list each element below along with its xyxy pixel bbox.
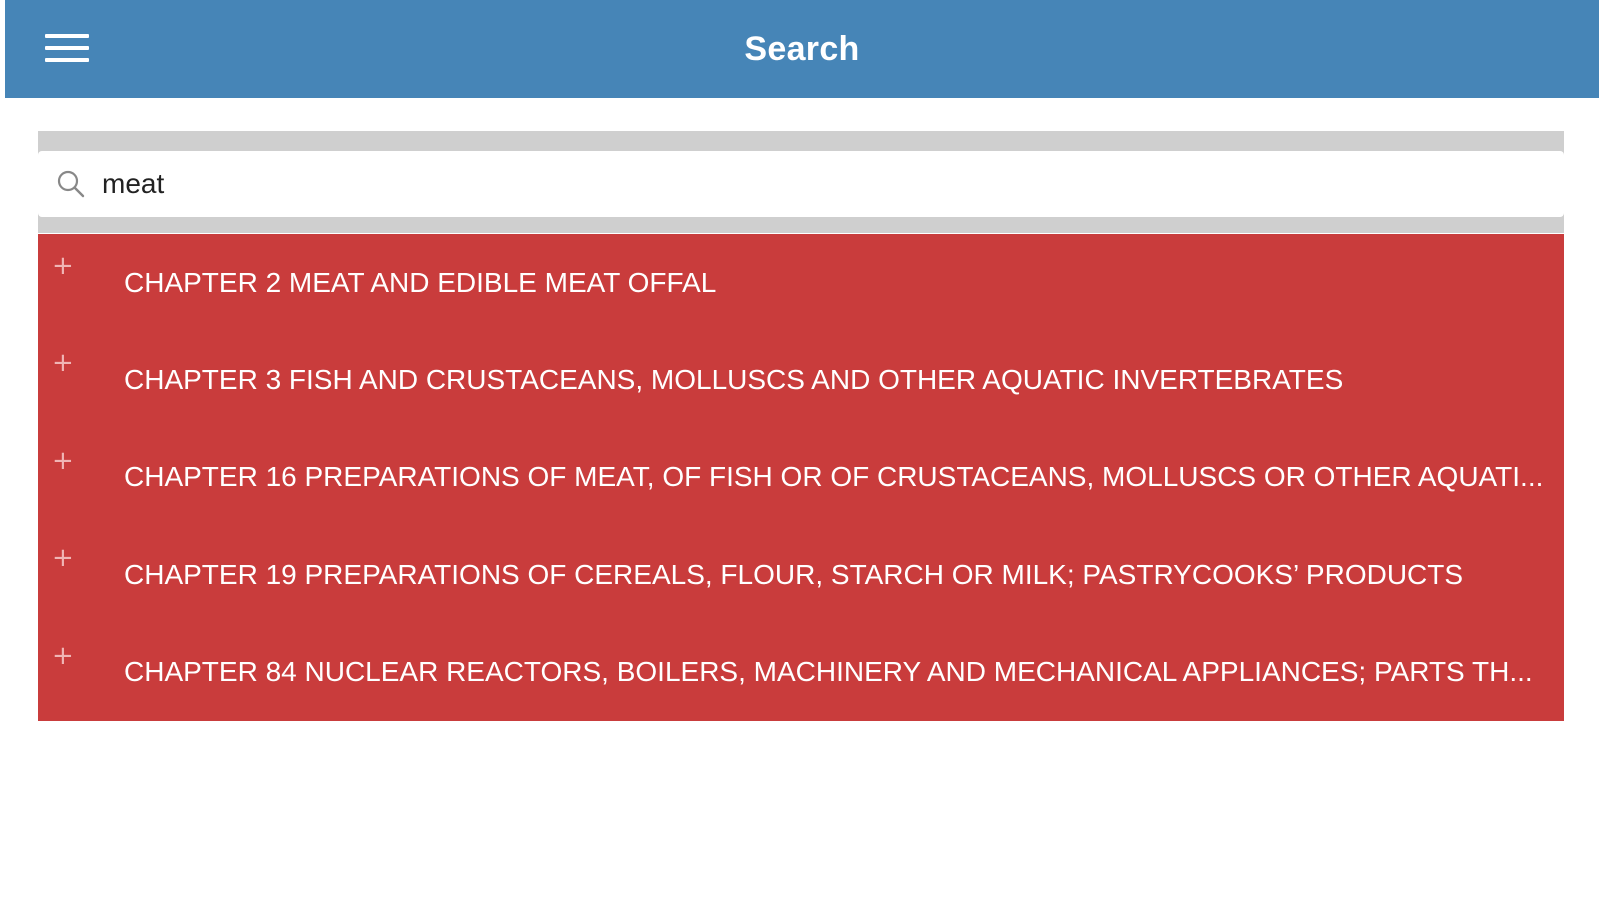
plus-icon[interactable]: + bbox=[52, 643, 74, 669]
menu-line bbox=[45, 58, 89, 62]
search-input[interactable] bbox=[102, 168, 1502, 200]
result-item-label: CHAPTER 16 PREPARATIONS OF MEAT, OF FISH… bbox=[124, 461, 1544, 493]
hamburger-menu-icon[interactable] bbox=[41, 30, 89, 68]
result-item[interactable]: + CHAPTER 19 PREPARATIONS OF CEREALS, FL… bbox=[38, 526, 1564, 623]
plus-icon[interactable]: + bbox=[52, 448, 74, 474]
app-header: Search bbox=[5, 0, 1599, 98]
search-box[interactable] bbox=[38, 151, 1564, 217]
result-item[interactable]: + CHAPTER 84 NUCLEAR REACTORS, BOILERS, … bbox=[38, 624, 1564, 721]
result-item[interactable]: + CHAPTER 3 FISH AND CRUSTACEANS, MOLLUS… bbox=[38, 331, 1564, 428]
search-results-list: + CHAPTER 2 MEAT AND EDIBLE MEAT OFFAL +… bbox=[38, 234, 1564, 721]
menu-line bbox=[45, 46, 89, 50]
result-item-label: CHAPTER 3 FISH AND CRUSTACEANS, MOLLUSCS… bbox=[124, 364, 1344, 396]
plus-icon[interactable]: + bbox=[52, 253, 74, 279]
search-icon bbox=[57, 170, 85, 198]
result-item-label: CHAPTER 2 MEAT AND EDIBLE MEAT OFFAL bbox=[124, 266, 717, 298]
plus-icon[interactable]: + bbox=[52, 350, 74, 376]
result-item[interactable]: + CHAPTER 16 PREPARATIONS OF MEAT, OF FI… bbox=[38, 429, 1564, 526]
menu-line bbox=[45, 34, 89, 38]
plus-icon[interactable]: + bbox=[52, 545, 74, 571]
search-bar-container bbox=[38, 131, 1564, 233]
page-title: Search bbox=[744, 29, 860, 68]
result-item-label: CHAPTER 84 NUCLEAR REACTORS, BOILERS, MA… bbox=[124, 656, 1533, 688]
result-item[interactable]: + CHAPTER 2 MEAT AND EDIBLE MEAT OFFAL bbox=[38, 234, 1564, 331]
result-item-label: CHAPTER 19 PREPARATIONS OF CEREALS, FLOU… bbox=[124, 558, 1464, 590]
